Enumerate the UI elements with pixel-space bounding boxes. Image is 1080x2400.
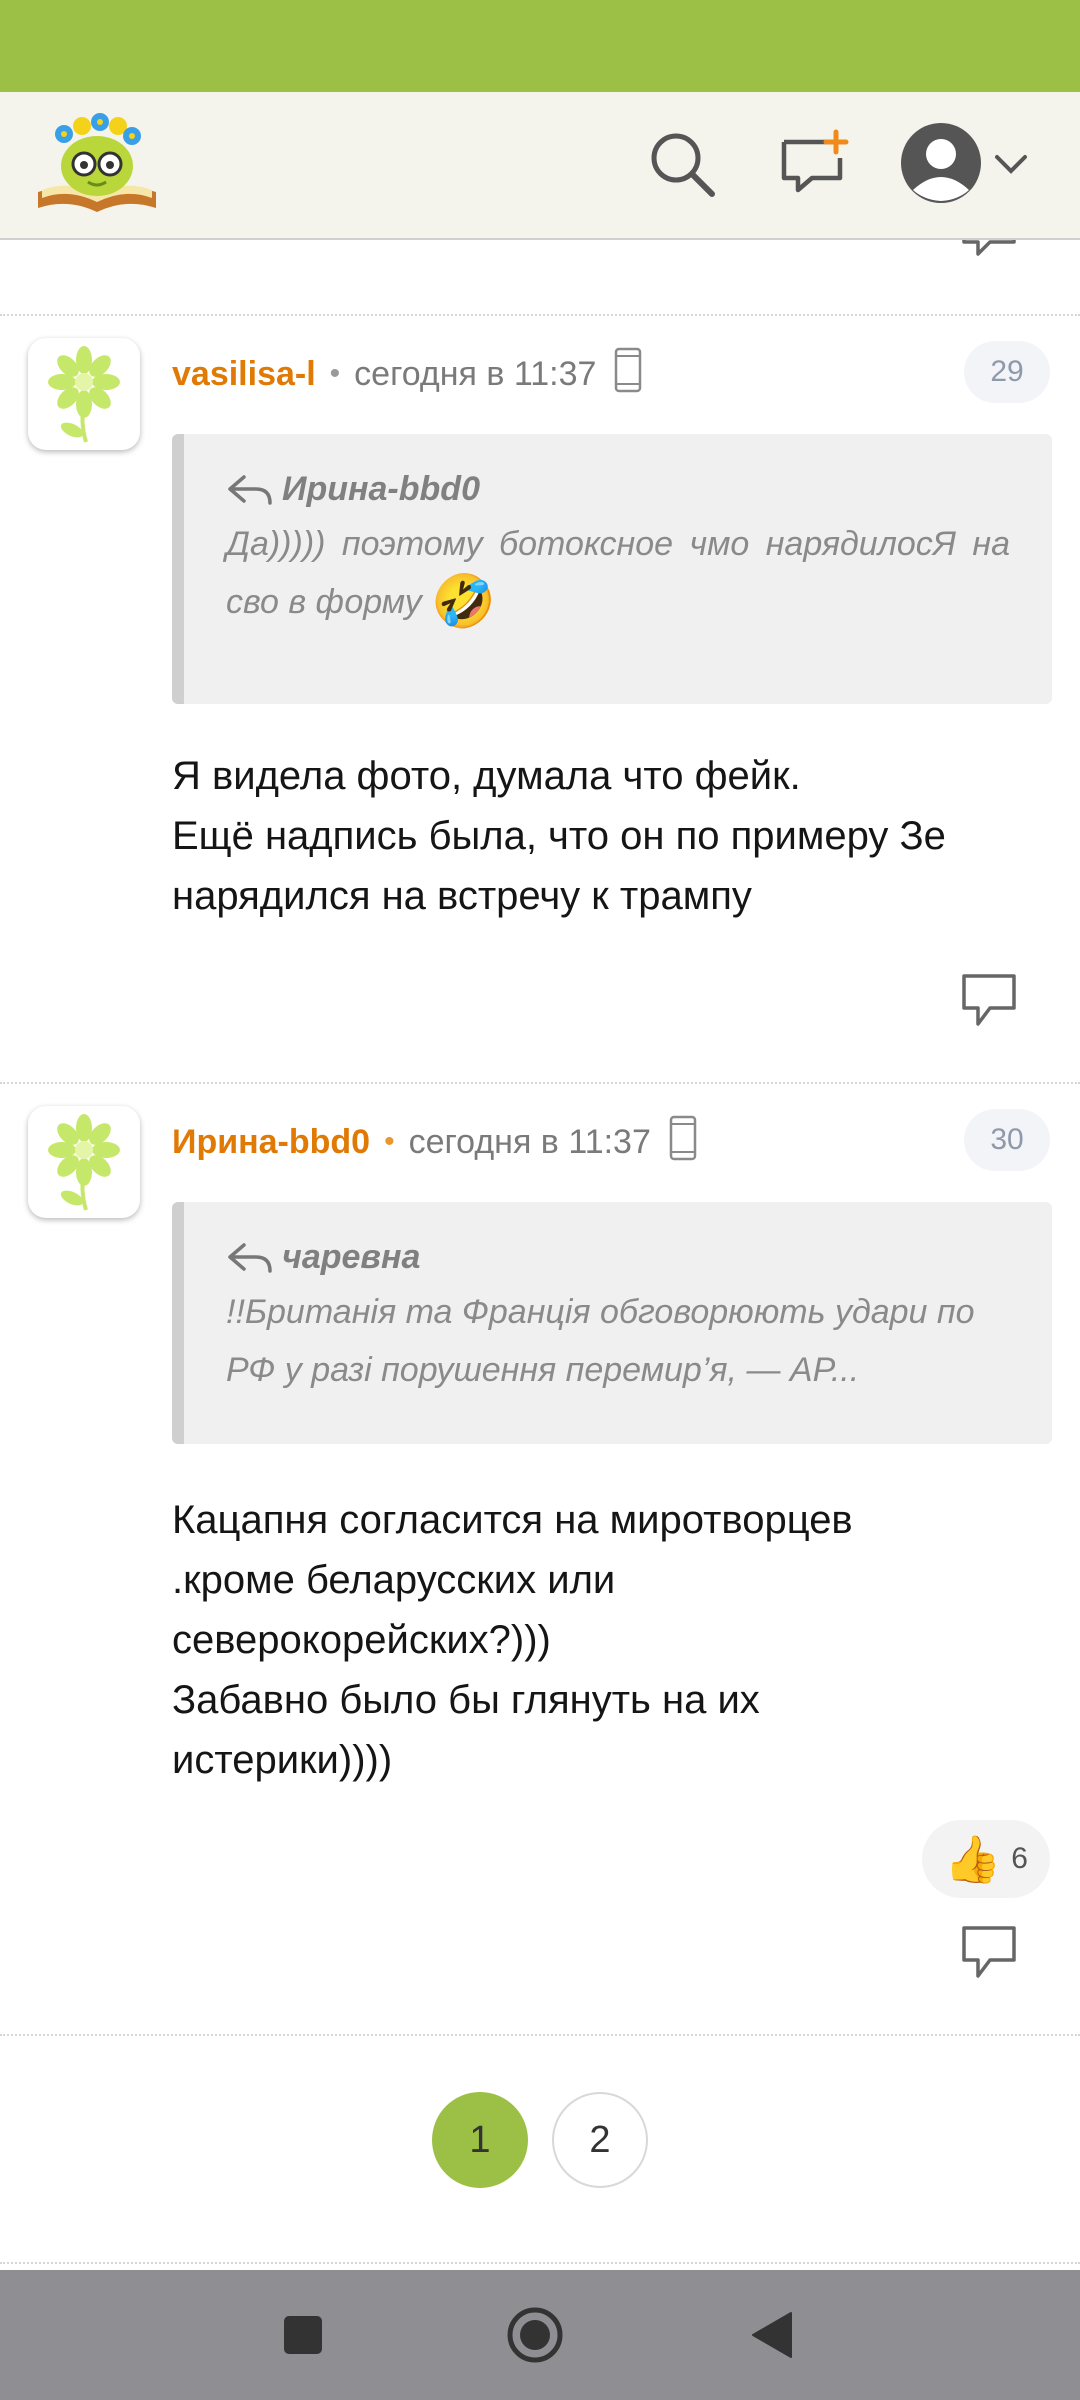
like-button[interactable]: 👍 6 (922, 1820, 1050, 1898)
system-nav-bar (0, 2270, 1080, 2400)
divider (0, 314, 1080, 316)
home-icon[interactable] (500, 2300, 570, 2370)
site-logo-icon[interactable] (34, 108, 160, 216)
quote-author[interactable]: Ирина-bbd0 (226, 470, 1010, 509)
page-1-button[interactable]: 1 (432, 2092, 528, 2188)
new-message-icon[interactable] (772, 122, 856, 206)
author-link[interactable]: Ирина-bbd0 (172, 1123, 370, 1162)
comment-number[interactable]: 30 (964, 1109, 1050, 1171)
chevron-down-icon[interactable] (986, 122, 1036, 206)
reply-arrow-icon (228, 1242, 272, 1273)
comment-text: Я видела фото, думала что фейк. Ещё надп… (172, 754, 946, 918)
reply-icon[interactable] (960, 972, 1018, 1035)
thumbs-up-icon: 👍 (944, 1833, 1002, 1885)
quote-text: Да))))) поэтому ботоксное чмо нарядилосЯ… (226, 515, 1010, 631)
back-icon[interactable] (736, 2300, 806, 2370)
avatar[interactable] (28, 338, 140, 450)
comment-number[interactable]: 29 (964, 341, 1050, 403)
status-bar (0, 0, 1080, 92)
avatar[interactable] (28, 1106, 140, 1218)
timestamp: сегодня в 11:37 (408, 1122, 651, 1161)
user-avatar-icon[interactable] (898, 120, 984, 206)
pagination: 1 2 (0, 2092, 1080, 2188)
rofl-emoji: 🤣 (431, 573, 496, 631)
quote-text: !!Британія та Франція обговорюють удари … (226, 1293, 975, 1389)
quote-block: Ирина-bbd0 Да))))) поэтому ботоксное чмо… (172, 434, 1052, 704)
header (0, 92, 1080, 240)
separator: • (329, 357, 341, 390)
reply-icon[interactable] (960, 1924, 1018, 1987)
reply-arrow-icon (228, 474, 272, 505)
mobile-device-icon (669, 1115, 697, 1170)
divider (0, 1082, 1080, 1084)
quote-text-content: Да))))) поэтому ботоксное чмо нарядилосЯ… (226, 525, 1010, 621)
timestamp: сегодня в 11:37 (354, 354, 597, 393)
comment-text: Кацапня согласится на миротворцев .кроме… (172, 1498, 853, 1782)
quote-author-name: Ирина-bbd0 (282, 470, 480, 508)
like-count: 6 (1011, 1842, 1028, 1875)
quote-author-name: чаревна (282, 1238, 421, 1276)
quote-block: чаревна !!Британія та Франція обговорюют… (172, 1202, 1052, 1444)
comment-meta: vasilisa-l • сегодня в 11:37 (172, 344, 642, 404)
reply-icon[interactable] (960, 240, 1018, 262)
divider (0, 2034, 1080, 2036)
quote-author[interactable]: чаревна (226, 1238, 1010, 1277)
separator: • (384, 1125, 395, 1158)
divider (0, 2262, 1080, 2264)
search-icon[interactable] (640, 122, 724, 206)
page-2-button[interactable]: 2 (552, 2092, 648, 2188)
comment-meta: Ирина-bbd0 • сегодня в 11:37 (172, 1112, 697, 1172)
author-link[interactable]: vasilisa-l (172, 355, 316, 394)
recent-apps-icon[interactable] (268, 2300, 338, 2370)
mobile-device-icon (614, 347, 642, 402)
